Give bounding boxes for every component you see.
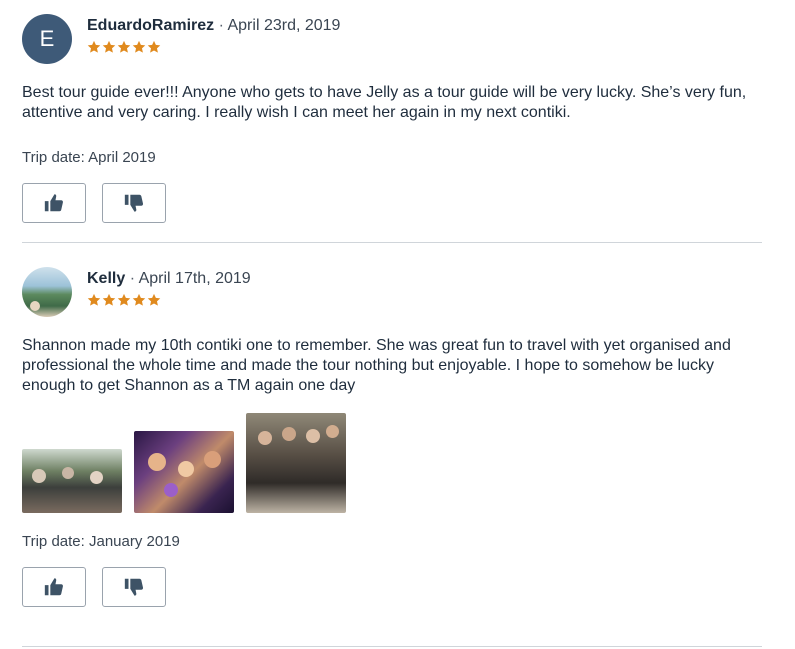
review-divider [22,646,762,647]
star-icon [117,40,131,54]
meta-separator: · [218,17,224,34]
downvote-button[interactable] [102,183,166,223]
vote-buttons [22,183,762,223]
avatar-photo-detail [30,301,40,311]
review-meta: EduardoRamirez · April 23rd, 2019 [87,17,340,35]
trip-date: Trip date: January 2019 [22,533,180,550]
review-header: E EduardoRamirez · April 23rd, 2019 [22,0,762,66]
thumbs-up-icon [43,576,65,598]
reviewer-name[interactable]: EduardoRamirez [87,17,214,34]
upvote-button[interactable] [22,183,86,223]
review-photo[interactable] [22,449,122,513]
star-icon [147,293,161,307]
meta-separator: · [129,270,136,287]
photo-detail [204,451,221,468]
trip-date: Trip date: April 2019 [22,149,156,166]
review-card: E EduardoRamirez · April 23rd, 2019 Best… [22,0,762,223]
star-rating [87,40,162,54]
vote-buttons [22,567,762,607]
reviewer-name[interactable]: Kelly [87,270,125,287]
review-date: April 17th, 2019 [138,270,251,287]
photo-detail [178,461,194,477]
thumbs-down-icon [123,576,145,598]
photo-detail [306,429,320,443]
star-icon [87,40,101,54]
star-icon [87,293,101,307]
review-card: Kelly · April 17th, 2019 Shannon made my… [22,253,762,607]
review-date: April 23rd, 2019 [227,17,341,34]
review-photos [22,413,762,533]
photo-detail [62,467,74,479]
photo-detail [258,431,272,445]
photo-detail [148,453,166,471]
review-photo[interactable] [134,431,234,513]
photo-detail [326,425,339,438]
photo-detail [282,427,296,441]
review-text: Best tour guide ever!!! Anyone who gets … [22,84,747,121]
review-text: Shannon made my 10th contiki one to reme… [22,337,731,394]
photo-detail [90,471,103,484]
star-icon [132,40,146,54]
star-icon [102,293,116,307]
star-icon [117,293,131,307]
review-photo[interactable] [246,413,346,513]
downvote-button[interactable] [102,567,166,607]
upvote-button[interactable] [22,567,86,607]
avatar[interactable]: E [22,14,72,64]
photo-detail [32,469,46,483]
thumbs-up-icon [43,192,65,214]
star-icon [132,293,146,307]
review-meta: Kelly · April 17th, 2019 [87,270,251,288]
review-header: Kelly · April 17th, 2019 [22,253,762,319]
review-divider [22,242,762,243]
star-icon [102,40,116,54]
thumbs-down-icon [123,192,145,214]
avatar[interactable] [22,267,72,317]
star-icon [147,40,161,54]
photo-detail [164,483,178,497]
star-rating [87,293,162,307]
